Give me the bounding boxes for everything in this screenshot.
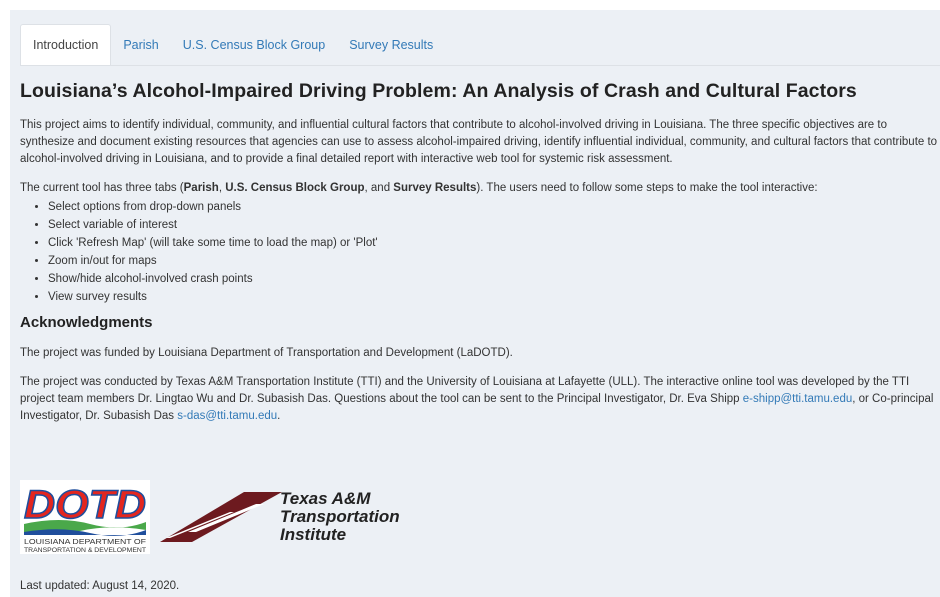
tti-logo-line2: Transportation <box>280 507 400 526</box>
list-item: Select variable of interest <box>48 216 938 234</box>
tti-logo-line3: Institute <box>280 525 346 544</box>
conducted-text-3: . <box>277 409 281 422</box>
list-item: Show/hide alcohol-involved crash points <box>48 270 938 288</box>
list-item: Select options from drop-down panels <box>48 198 938 216</box>
tool-text-sep2: , and <box>364 182 394 194</box>
tab-bar: Introduction Parish U.S. Census Block Gr… <box>20 23 940 66</box>
dotd-caption-1: LOUISIANA DEPARTMENT OF <box>24 539 146 546</box>
page-title: Louisiana’s Alcohol-Impaired Driving Pro… <box>20 80 857 102</box>
tool-tab-survey: Survey Results <box>393 182 477 194</box>
tool-tab-parish: Parish <box>183 182 219 194</box>
list-item: Zoom in/out for maps <box>48 252 938 270</box>
logos: DOTD LOUISIANA DEPARTMENT OF TRANSPORTAT… <box>20 480 520 554</box>
tab-introduction[interactable]: Introduction <box>20 24 112 65</box>
list-item: Click 'Refresh Map' (will take some time… <box>48 234 938 252</box>
last-updated: Last updated: August 14, 2020. <box>20 580 180 592</box>
tab-parish[interactable]: Parish <box>111 25 170 65</box>
tab-census-block-group[interactable]: U.S. Census Block Group <box>171 25 337 65</box>
intro-paragraph: This project aims to identify individual… <box>20 119 938 165</box>
app-frame: Introduction Parish U.S. Census Block Gr… <box>10 10 940 597</box>
tti-logo: Texas A&M Transportation Institute <box>160 489 400 544</box>
tool-text-before: The current tool has three tabs ( <box>20 182 184 194</box>
tti-logo-line1: Texas A&M <box>280 489 371 508</box>
introduction-content: Louisiana’s Alcohol-Impaired Driving Pro… <box>20 80 938 425</box>
steps-list: Select options from drop-down panels Sel… <box>20 198 938 307</box>
email-link-shipp[interactable]: e-shipp@tti.tamu.edu <box>743 393 852 405</box>
tool-text-after: ). The users need to follow some steps t… <box>476 182 818 194</box>
funding-paragraph: The project was funded by Louisiana Depa… <box>20 346 513 359</box>
tool-tab-census: U.S. Census Block Group <box>225 182 365 194</box>
conducted-paragraph: The project was conducted by Texas A&M T… <box>20 374 938 425</box>
dotd-caption-2: TRANSPORTATION & DEVELOPMENT <box>24 547 146 554</box>
tool-paragraph: The current tool has three tabs (Parish,… <box>20 180 938 197</box>
list-item: View survey results <box>48 288 938 306</box>
tab-survey-results[interactable]: Survey Results <box>337 25 445 65</box>
email-link-das[interactable]: s-das@tti.tamu.edu <box>177 410 277 422</box>
dotd-logo-text: DOTD <box>24 483 146 527</box>
acknowledgments-heading: Acknowledgments <box>20 313 153 331</box>
dotd-logo: DOTD LOUISIANA DEPARTMENT OF TRANSPORTAT… <box>20 480 150 554</box>
